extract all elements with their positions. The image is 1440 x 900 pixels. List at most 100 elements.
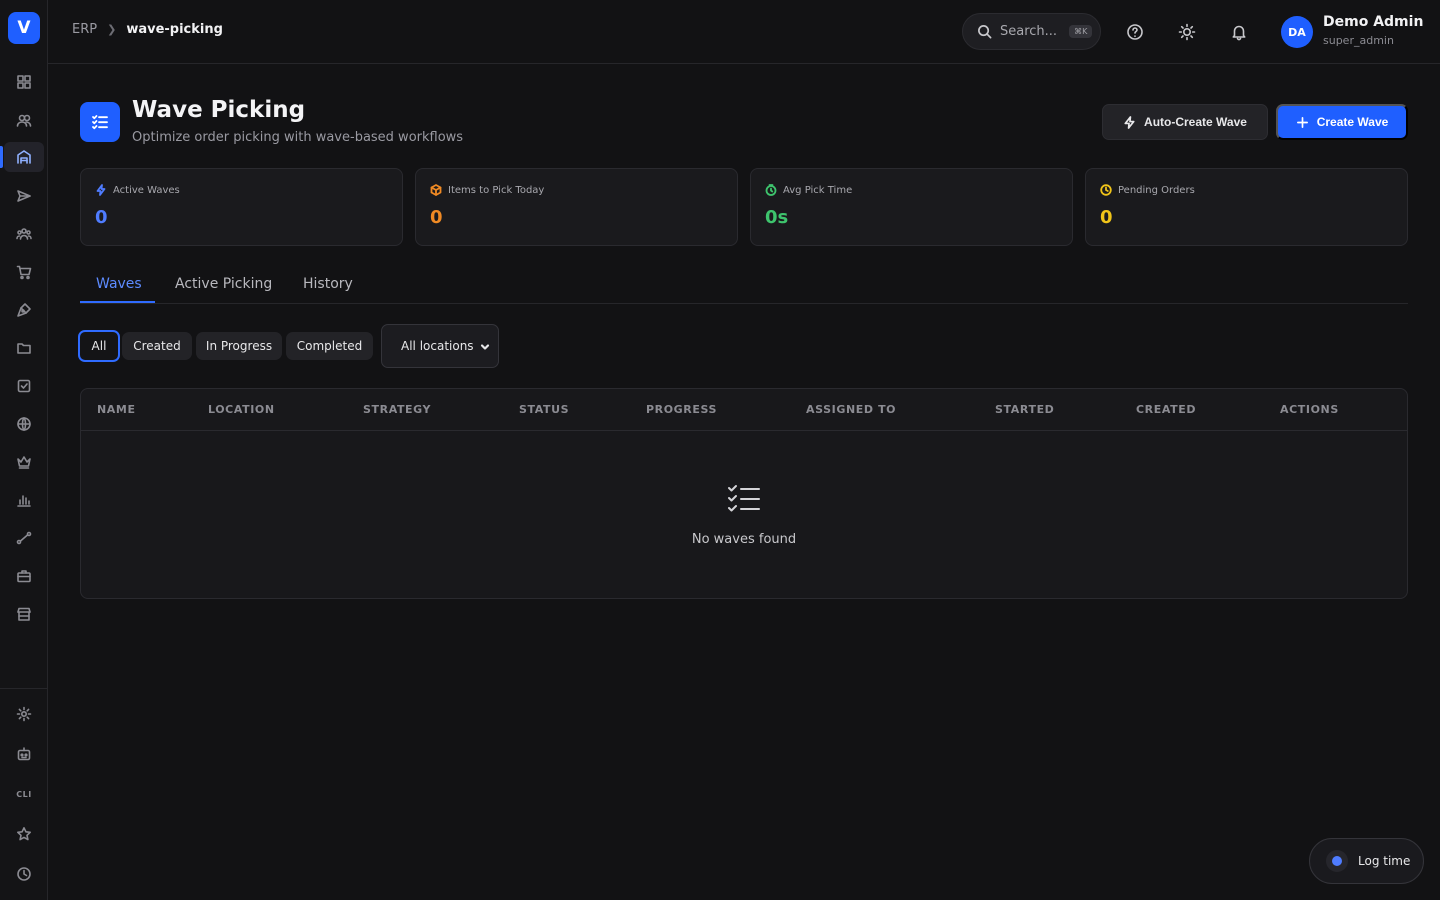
column-header-created[interactable]: CREATED [1136, 403, 1196, 416]
filter-chip-created[interactable]: Created [122, 332, 192, 360]
clock-icon [17, 867, 31, 881]
create-wave-button[interactable]: Create Wave [1276, 104, 1408, 140]
avatar[interactable]: DA [1281, 16, 1313, 48]
sidebar-item-cli[interactable]: CLI [4, 779, 44, 809]
help-button[interactable] [1123, 20, 1147, 44]
stat-label: Active Waves [95, 184, 180, 196]
sidebar-item-history[interactable] [4, 859, 44, 889]
sidebar-item-files[interactable] [4, 333, 44, 363]
cart-icon [16, 265, 32, 280]
tab-bar: Waves Active Picking History [80, 266, 1408, 304]
user-role: super_admin [1323, 34, 1394, 47]
stat-label-text: Pending Orders [1118, 184, 1195, 196]
briefcase-icon [17, 570, 31, 583]
column-header-name[interactable]: NAME [97, 403, 136, 416]
notifications-button[interactable] [1227, 20, 1251, 44]
crown-icon [17, 456, 31, 469]
column-header-actions: ACTIONS [1280, 403, 1339, 416]
stat-card-active-waves: Active Waves 0 [80, 168, 403, 246]
breadcrumb: ERP ❯ wave-picking [72, 22, 223, 37]
empty-state-icon [727, 483, 761, 515]
bell-icon [1232, 25, 1246, 41]
pen-tool-icon [17, 303, 31, 317]
filter-chip-completed[interactable]: Completed [286, 332, 373, 360]
list-checks-icon [728, 485, 760, 512]
sidebar-item-routes[interactable] [4, 523, 44, 553]
app-logo[interactable]: V [8, 12, 40, 44]
sidebar-active-indicator [0, 146, 3, 168]
bar-chart-icon [17, 495, 31, 507]
location-select-value: All locations [401, 339, 474, 353]
sidebar-item-tasks[interactable] [4, 371, 44, 401]
breadcrumb-current: wave-picking [126, 22, 223, 37]
sidebar-item-cart[interactable] [4, 257, 44, 287]
auto-create-wave-label: Auto-Create Wave [1144, 115, 1247, 129]
log-time-label: Log time [1358, 854, 1411, 868]
sidebar-item-warehouse[interactable] [4, 142, 44, 172]
stat-card-pending-orders: Pending Orders 0 [1085, 168, 1408, 246]
gear-icon [16, 706, 32, 722]
star-icon [17, 827, 31, 841]
sidebar-item-contacts[interactable] [4, 105, 44, 135]
send-icon [17, 190, 31, 202]
create-wave-label: Create Wave [1316, 115, 1389, 129]
tab-history[interactable]: History [303, 276, 353, 292]
route-icon [16, 531, 32, 545]
store-icon [17, 607, 31, 621]
breadcrumb-root[interactable]: ERP [72, 22, 97, 37]
log-time-button[interactable]: Log time [1309, 838, 1424, 884]
sidebar-item-store[interactable] [4, 599, 44, 629]
page-icon [80, 102, 120, 142]
stat-label-text: Items to Pick Today [448, 184, 545, 196]
robot-icon [17, 747, 31, 761]
sidebar-item-jobs[interactable] [4, 561, 44, 591]
filter-chip-in-progress[interactable]: In Progress [196, 332, 282, 360]
topbar: ERP ❯ wave-picking Search... ⌘K DA Demo … [48, 0, 1440, 64]
column-header-started[interactable]: STARTED [995, 403, 1054, 416]
search-shortcut-badge: ⌘K [1069, 25, 1093, 38]
folder-icon [17, 343, 31, 354]
filter-chip-all[interactable]: All [78, 330, 120, 362]
search-icon [978, 25, 992, 39]
location-select[interactable]: All locations [381, 324, 499, 368]
column-header-progress[interactable]: PROGRESS [646, 403, 717, 416]
column-header-assigned-to[interactable]: ASSIGNED TO [806, 403, 896, 416]
theme-toggle-button[interactable] [1175, 20, 1199, 44]
sidebar-item-design[interactable] [4, 295, 44, 325]
search-input[interactable]: Search... ⌘K [962, 13, 1101, 50]
stat-card-items-to-pick: Items to Pick Today 0 [415, 168, 738, 246]
warehouse-icon [17, 150, 31, 164]
package-icon [430, 184, 442, 196]
sidebar-item-settings[interactable] [4, 699, 44, 729]
tab-active-picking[interactable]: Active Picking [175, 276, 272, 292]
sidebar-item-globe[interactable] [4, 409, 44, 439]
stat-value: 0 [95, 207, 108, 228]
table-header: NAME LOCATION STRATEGY STATUS PROGRESS A… [81, 389, 1407, 431]
sidebar-item-dashboard[interactable] [4, 67, 44, 97]
sidebar-item-reports[interactable] [4, 485, 44, 515]
sidebar-item-shipping[interactable] [4, 181, 44, 211]
stat-label: Pending Orders [1100, 184, 1195, 196]
bolt-icon [1124, 115, 1135, 129]
checkbox-icon [17, 379, 31, 393]
team-icon [16, 228, 32, 240]
stat-label-text: Avg Pick Time [783, 184, 853, 196]
sidebar-item-premium[interactable] [4, 447, 44, 477]
page-title: Wave Picking [132, 97, 306, 123]
tab-waves[interactable]: Waves [96, 276, 142, 292]
column-header-status[interactable]: STATUS [519, 403, 569, 416]
auto-create-wave-button[interactable]: Auto-Create Wave [1102, 104, 1268, 140]
search-placeholder: Search... [1000, 24, 1058, 39]
column-header-location[interactable]: LOCATION [208, 403, 275, 416]
sidebar-item-favorites[interactable] [4, 819, 44, 849]
sidebar-item-team[interactable] [4, 219, 44, 249]
help-icon [1127, 24, 1143, 40]
page-subtitle: Optimize order picking with wave-based w… [132, 130, 464, 145]
timer-icon [1326, 850, 1348, 872]
empty-state-message: No waves found [691, 532, 797, 547]
column-header-strategy[interactable]: STRATEGY [363, 403, 431, 416]
sidebar-item-bot[interactable] [4, 739, 44, 769]
user-name[interactable]: Demo Admin [1323, 14, 1423, 30]
stat-value: 0 [1100, 207, 1113, 228]
sidebar-divider [0, 688, 48, 689]
